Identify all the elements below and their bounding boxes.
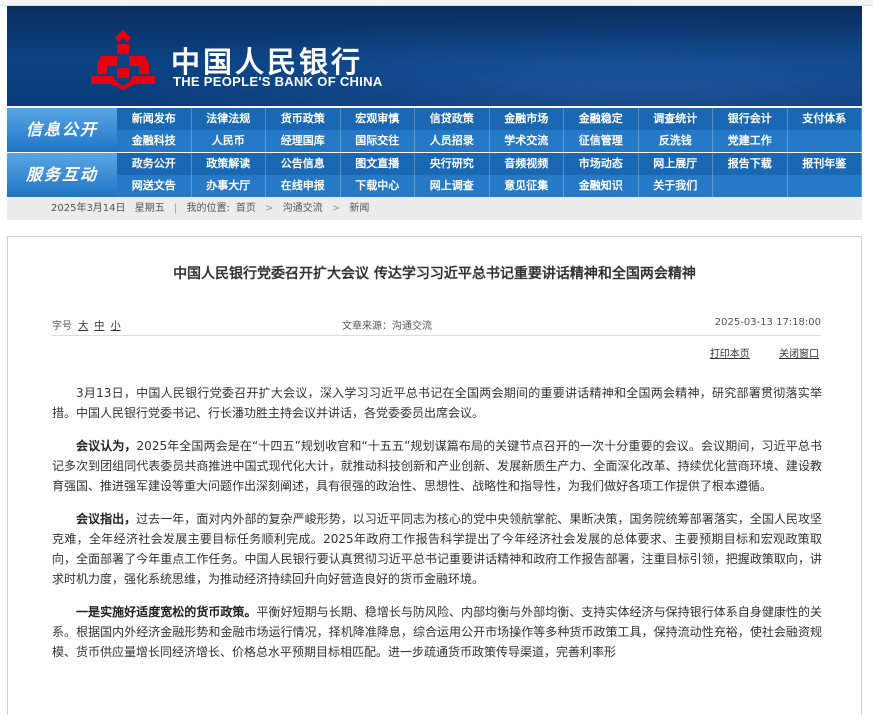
nav-item[interactable]: 信贷政策 [415, 108, 490, 130]
nav-item[interactable]: 下载中心 [340, 175, 415, 197]
nav-item[interactable]: 报告下载 [713, 153, 788, 175]
article-paragraph: 3月13日，中国人民银行党委召开扩大会议，深入学习习近平总书记在全国两会期间的重… [52, 383, 822, 423]
nav-item[interactable]: 关于我们 [638, 175, 713, 197]
paragraph-lead: 会议认为， [76, 439, 137, 453]
nav-item[interactable]: 金融稳定 [564, 108, 639, 130]
font-medium-link[interactable]: 中 [94, 321, 104, 332]
paragraph-lead: 一是实施好适度宽松的货币政策。 [76, 605, 257, 619]
pboc-logo-icon[interactable] [87, 28, 159, 92]
nav-item[interactable]: 央行研究 [415, 153, 490, 175]
article-paragraph: 一是实施好适度宽松的货币政策。平衡好短期与长期、稳增长与防风险、内部均衡与外部均… [52, 602, 822, 662]
font-large-link[interactable]: 大 [78, 321, 88, 332]
nav-item[interactable]: 政策解读 [191, 153, 266, 175]
site-banner: 中国人民银行 THE PEOPLE'S BANK OF CHINA [7, 6, 862, 106]
nav-item[interactable]: 银行会计 [713, 108, 788, 130]
article-panel: 中国人民银行党委召开扩大会议 传达学习习近平总书记重要讲话精神和全国两会精神 字… [7, 236, 862, 715]
nav-item[interactable]: 新闻发布 [117, 108, 192, 130]
nav-item[interactable]: 学术交流 [489, 130, 564, 152]
breadcrumb-level1-link[interactable]: 沟通交流 [283, 203, 323, 214]
close-window-link[interactable]: 关闭窗口 [779, 349, 819, 360]
nav-item[interactable]: 网上展厅 [638, 153, 713, 175]
nav-item[interactable]: 图文直播 [340, 153, 415, 175]
article-paragraph: 会议认为，2025年全国两会是在“十四五”规划收官和“十五五”规划谋篇布局的关键… [52, 436, 822, 496]
nav-item[interactable]: 政务公开 [117, 153, 192, 175]
nav-item[interactable]: 反洗钱 [638, 130, 713, 152]
nav-item[interactable]: 意见征集 [489, 175, 564, 197]
article-paragraph: 会议指出，过去一年，面对内外部的复杂严峻形势，以习近平同志为核心的党中央领航掌舵… [52, 509, 822, 589]
article-title: 中国人民银行党委召开扩大会议 传达学习习近平总书记重要讲话精神和全国两会精神 [173, 266, 696, 282]
font-small-link[interactable]: 小 [111, 321, 121, 332]
print-page-link[interactable]: 打印本页 [710, 349, 750, 360]
article-body: 3月13日，中国人民银行党委召开扩大会议，深入学习习近平总书记在全国两会期间的重… [52, 383, 822, 675]
nav-item[interactable]: 办事大厅 [191, 175, 266, 197]
nav-row-info-disclosure: 信息公开 新闻发布 法律法规 货币政策 宏观审慎 信贷政策 金融市场 金融稳定 调查统计 银行会… [7, 108, 862, 152]
breadcrumb: 2025年3月14日 星期五 | 我的位置: 首页 > 沟通交流 > 新闻 [7, 198, 862, 220]
logo-english-name[interactable]: THE PEOPLE'S BANK OF CHINA [173, 74, 383, 89]
nav-item[interactable]: 调查统计 [638, 108, 713, 130]
location-label: 我的位置: [186, 203, 230, 214]
nav-item[interactable]: 金融科技 [117, 130, 192, 152]
paragraph-text: 过去一年，面对内外部的复杂严峻形势，以习近平同志为核心的党中央领航掌舵、果断决策… [52, 512, 822, 586]
paragraph-lead: 会议指出， [76, 512, 137, 526]
breadcrumb-level2-link[interactable]: 新闻 [349, 203, 369, 214]
font-size-label: 字号 [52, 321, 72, 332]
nav-item[interactable]: 法律法规 [191, 108, 266, 130]
nav-item[interactable]: 货币政策 [266, 108, 341, 130]
meta-divider [52, 335, 821, 336]
nav-item[interactable]: 经理国库 [266, 130, 341, 152]
article-source: 文章来源：沟通交流 [342, 321, 432, 332]
nav-item[interactable]: 公告信息 [266, 153, 341, 175]
nav-item[interactable]: 音频视频 [489, 153, 564, 175]
current-weekday: 星期五 [134, 203, 165, 214]
breadcrumb-separator: > [331, 203, 341, 214]
nav-item [787, 130, 862, 152]
nav-item[interactable]: 党建工作 [713, 130, 788, 152]
nav-item [713, 175, 788, 197]
paragraph-text: 3月13日，中国人民银行党委召开扩大会议，深入学习习近平总书记在全国两会期间的重… [52, 386, 822, 420]
current-date: 2025年3月14日 [51, 203, 126, 214]
article-datetime: 2025-03-13 17:18:00 [714, 317, 821, 328]
nav-item[interactable]: 人员招录 [415, 130, 490, 152]
breadcrumb-home-link[interactable]: 首页 [236, 203, 256, 214]
nav-item [787, 175, 862, 197]
nav-row-service-interaction: 服务互动 政务公开 政策解读 公告信息 图文直播 央行研究 音频视频 市场动态 网上展厅 报告下… [7, 153, 862, 197]
paragraph-text: 2025年全国两会是在“十四五”规划收官和“十五五”规划谋篇布局的关键节点召开的… [52, 439, 822, 493]
nav-item[interactable]: 在线申报 [266, 175, 341, 197]
nav-item[interactable]: 征信管理 [564, 130, 639, 152]
font-size-controls: 字号 大 中 小 [52, 317, 121, 332]
nav-item[interactable]: 报刊年鉴 [787, 153, 862, 175]
nav-item[interactable]: 网上调查 [415, 175, 490, 197]
nav-item[interactable]: 人民币 [191, 130, 266, 152]
nav-item[interactable]: 市场动态 [564, 153, 639, 175]
nav-item[interactable]: 金融知识 [564, 175, 639, 197]
nav-row-label: 服务互动 [7, 153, 117, 197]
nav-item[interactable]: 网送文告 [117, 175, 192, 197]
nav-grid: 新闻发布 法律法规 货币政策 宏观审慎 信贷政策 金融市场 金融稳定 调查统计 银行会计 支付体系… [117, 108, 862, 152]
nav-item[interactable]: 宏观审慎 [340, 108, 415, 130]
nav-grid: 政务公开 政策解读 公告信息 图文直播 央行研究 音频视频 市场动态 网上展厅 报告下载 报刊年鉴… [117, 153, 862, 197]
nav-item[interactable]: 金融市场 [489, 108, 564, 130]
article-tools: 打印本页 关闭窗口 [684, 345, 819, 360]
nav-row-label: 信息公开 [7, 108, 117, 152]
nav-item[interactable]: 国际交往 [340, 130, 415, 152]
article-meta: 字号 大 中 小 文章来源：沟通交流 2025-03-13 17:18:00 [52, 317, 821, 332]
breadcrumb-separator: > [265, 203, 274, 214]
nav-item[interactable]: 支付体系 [787, 108, 862, 130]
